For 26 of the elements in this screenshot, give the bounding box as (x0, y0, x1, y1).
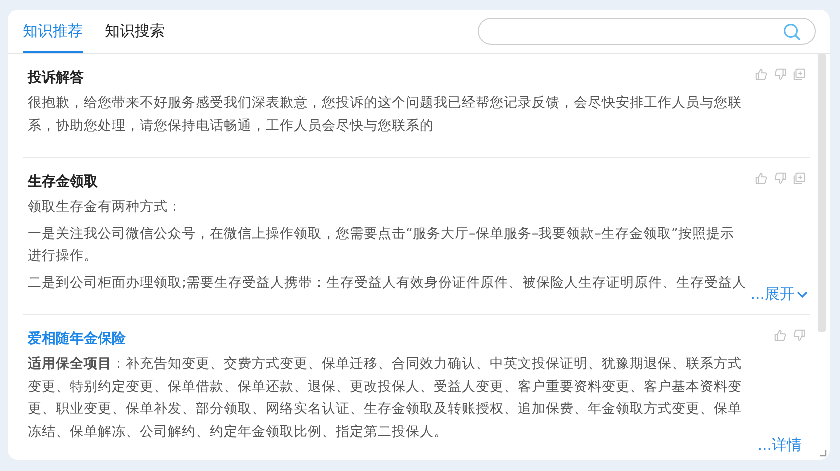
details-link[interactable]: ...详情 (758, 436, 802, 455)
item-title[interactable]: 爱相随年金保险 (28, 329, 126, 349)
thumbs-down-icon[interactable] (793, 329, 806, 342)
chevron-down-icon (797, 290, 808, 298)
thumbs-up-icon[interactable] (774, 329, 787, 342)
item-title: 投诉解答 (28, 69, 84, 88)
tab[interactable]: 知识推荐 (23, 10, 83, 53)
scrollbar-thumb[interactable] (818, 54, 826, 332)
scrollbar[interactable] (818, 54, 826, 460)
thumbs-up-icon[interactable] (755, 172, 768, 185)
expand-link[interactable]: ...展开 (750, 285, 808, 304)
thumbs-down-icon[interactable] (774, 172, 787, 185)
copy-icon[interactable] (793, 68, 806, 81)
thumbs-down-icon[interactable] (774, 68, 787, 81)
search-icon[interactable] (783, 22, 801, 40)
item-text: 二是到公司柜面办理领取;需要生存受益人携带：生存受益人有效身份证件原件、被保险人生存证明原件、生存受益人 (28, 274, 748, 292)
item-text: 很抱歉，给您带来不好服务感受我们深表歉意，您投诉的这个问题我已经帮您记录反馈，会尽快安排工作人员与您联系，协助您处理，请您保持电话畅通，工作人员会尽快与您联系的 (28, 94, 742, 136)
search-field[interactable] (478, 18, 816, 45)
item-text: 一是关注我公司微信公众号，在微信上操作领取，您需要点击“服务大厅–保单服务–我要领款–生存金领取”按照提示进行操作。 (28, 224, 736, 266)
item-title: 生存金领取 (28, 173, 98, 192)
copy-icon[interactable] (793, 172, 806, 185)
thumbs-up-icon[interactable] (755, 68, 768, 81)
resize-grip-icon[interactable] (820, 450, 827, 457)
item-text: 适用保全项目：补充告知变更、交费方式变更、保单迁移、合同效力确认、中英文投保证明、犹豫期退保、联系方式变更、特别约定变更、保单借款、保单还款、退保、更改投保人、受益人变更、客户重要资料变更、客户基本资料变更、职业变更、保单补发、部分领取、网络实名认证、生存金领取及转账授权、追加保费、年金领取方式变更、保单冻结、保单解冻、公司解约、约定年金领取比例、指定第二投保人。 (28, 355, 742, 442)
tab[interactable]: 知识搜索 (105, 10, 165, 53)
item-text: 领取生存金有两种方式： (28, 198, 183, 217)
